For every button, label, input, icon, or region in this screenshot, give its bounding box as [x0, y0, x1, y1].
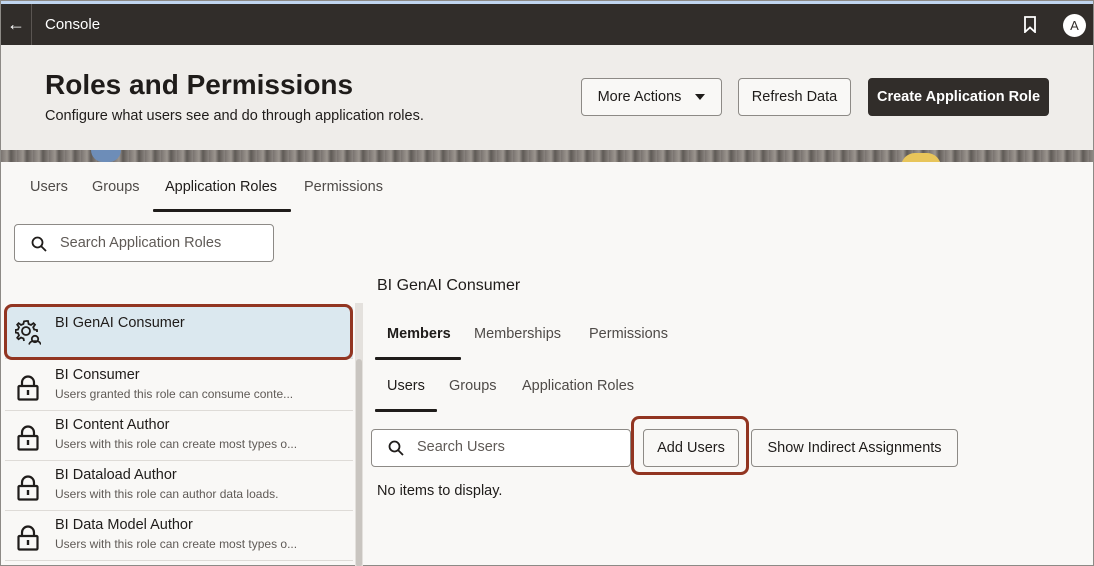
- lock-icon: [17, 525, 39, 551]
- tab-member-users[interactable]: Users: [387, 378, 425, 394]
- lock-icon: [17, 425, 39, 451]
- list-item-bi-dataload-author[interactable]: BI Dataload Author Users with this role …: [5, 461, 353, 511]
- role-description: Users with this role can author data loa…: [55, 487, 279, 501]
- page-subtitle: Configure what users see and do through …: [45, 108, 424, 124]
- bookmark-icon[interactable]: [1023, 16, 1037, 33]
- role-description: Users with this role can create most typ…: [55, 437, 298, 451]
- empty-state-text: No items to display.: [377, 483, 503, 499]
- role-name: BI Content Author: [55, 417, 170, 433]
- create-application-role-button[interactable]: Create Application Role: [868, 78, 1049, 116]
- search-icon: [31, 236, 47, 252]
- lock-icon: [17, 375, 39, 401]
- search-application-roles-input[interactable]: Search Application Roles: [14, 224, 274, 262]
- search-placeholder: Search Application Roles: [60, 235, 222, 251]
- tab-groups[interactable]: Groups: [92, 179, 140, 195]
- search-placeholder: Search Users: [417, 439, 505, 455]
- refresh-data-button[interactable]: Refresh Data: [738, 78, 851, 116]
- divider: [31, 4, 32, 45]
- tab-permissions[interactable]: Permissions: [304, 179, 383, 195]
- add-users-highlight: [631, 416, 749, 475]
- list-item-bi-consumer[interactable]: BI Consumer Users granted this role can …: [5, 361, 353, 411]
- more-actions-label: More Actions: [597, 89, 682, 105]
- selected-item-highlight: [4, 304, 353, 360]
- more-actions-button[interactable]: More Actions: [581, 78, 722, 116]
- role-name: BI Data Model Author: [55, 517, 193, 533]
- back-arrow-icon[interactable]: ←: [3, 4, 29, 45]
- role-name: BI Dataload Author: [55, 467, 177, 483]
- detail-title: BI GenAI Consumer: [377, 277, 521, 294]
- caret-down-icon: [695, 94, 706, 100]
- search-users-input[interactable]: Search Users: [371, 429, 631, 467]
- lock-icon: [17, 475, 39, 501]
- role-description: Users with this role can create most typ…: [55, 537, 298, 551]
- active-member-tab-indicator: [375, 409, 437, 412]
- decorative-banner: [1, 150, 1093, 162]
- role-list-scrollbar[interactable]: [355, 303, 363, 566]
- role-description: Users granted this role can consume cont…: [55, 387, 294, 401]
- tab-member-application-roles[interactable]: Application Roles: [522, 378, 634, 394]
- tab-member-groups[interactable]: Groups: [449, 378, 497, 394]
- tab-memberships[interactable]: Memberships: [474, 326, 561, 342]
- top-bar: ← Console A: [1, 1, 1093, 45]
- active-detail-tab-indicator: [375, 357, 461, 360]
- show-indirect-assignments-button[interactable]: Show Indirect Assignments: [751, 429, 958, 467]
- tab-members[interactable]: Members: [387, 326, 451, 342]
- app-title: Console: [45, 16, 101, 33]
- tab-users[interactable]: Users: [30, 179, 68, 195]
- scrollbar-thumb[interactable]: [356, 359, 362, 566]
- tab-application-roles[interactable]: Application Roles: [165, 179, 277, 195]
- list-item-bi-content-author[interactable]: BI Content Author Users with this role c…: [5, 411, 353, 461]
- avatar[interactable]: A: [1063, 14, 1086, 37]
- active-tab-indicator: [153, 209, 291, 212]
- role-name: BI Consumer: [55, 367, 140, 383]
- tab-detail-permissions[interactable]: Permissions: [589, 326, 668, 342]
- search-icon: [388, 440, 404, 456]
- list-item-bi-data-model-author[interactable]: BI Data Model Author Users with this rol…: [5, 511, 353, 561]
- page-title: Roles and Permissions: [45, 69, 354, 100]
